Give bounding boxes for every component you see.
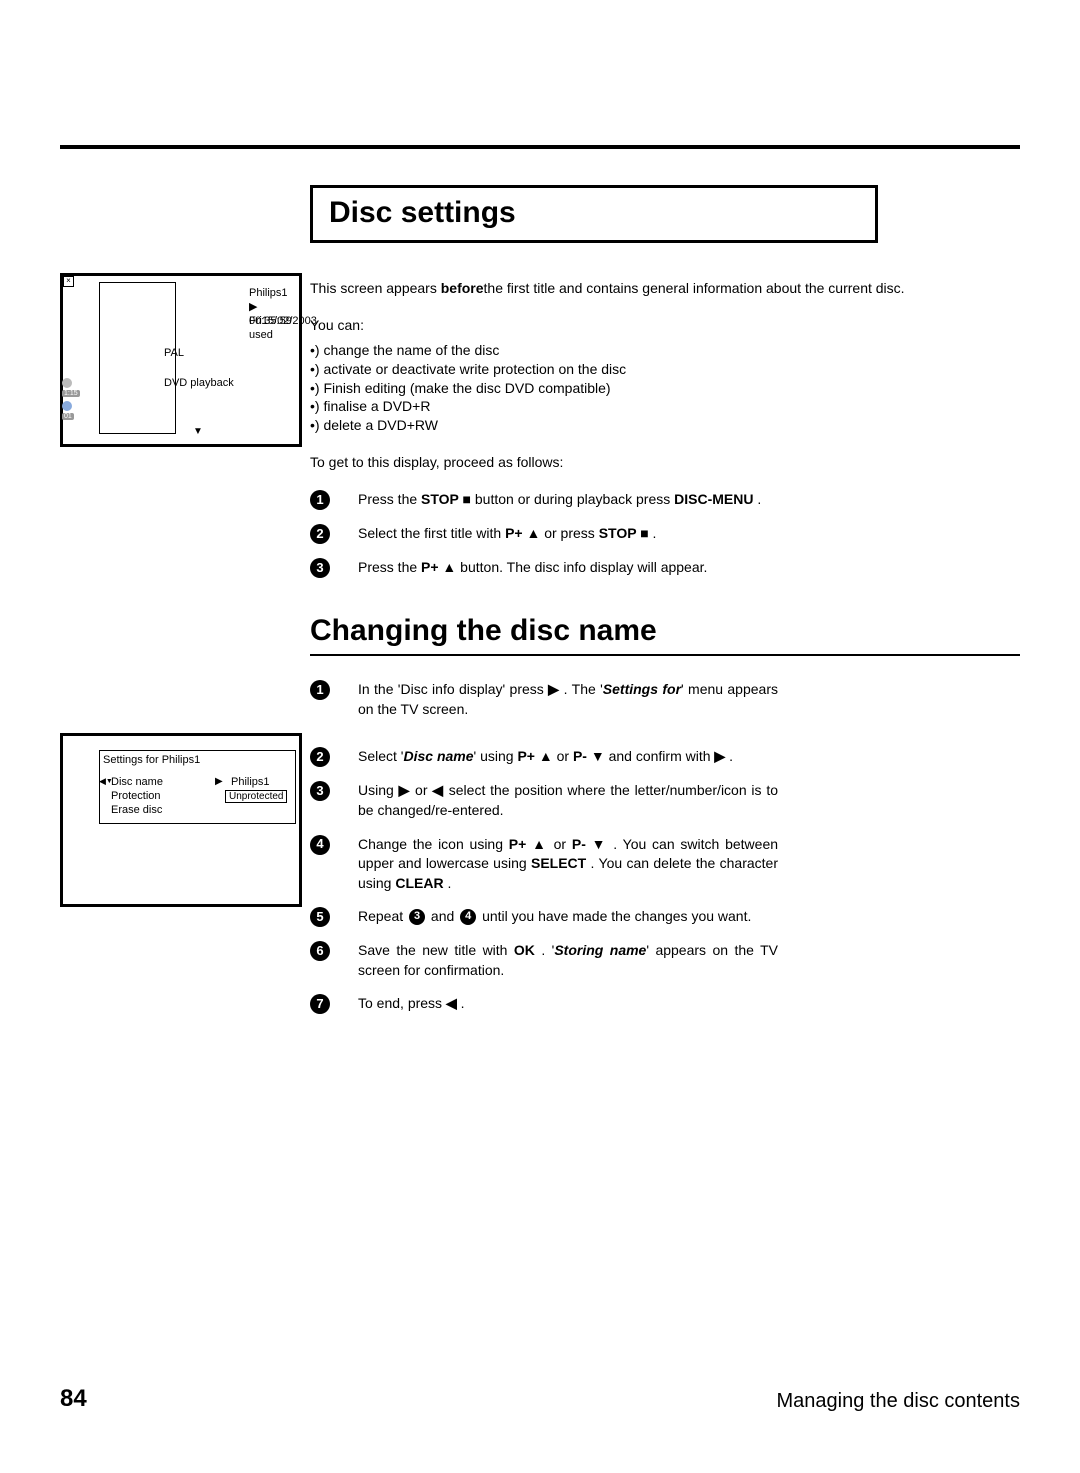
step-number-icon: 7 (310, 994, 330, 1014)
disc-date: Fri15/02/2003 (249, 314, 317, 328)
settings-title: Settings for Philips1 (103, 754, 200, 766)
camera-icon (62, 401, 72, 411)
disc-info-screen: Philips1 ▶ 00:35:59 used Fri15/02/2003 P… (60, 273, 302, 447)
settings-for-screen: Settings for Philips1 ◀▼ Disc name Prote… (60, 733, 302, 907)
step: 5 Repeat 3 and 4 until you have made the… (310, 907, 1020, 927)
intro-part1: This screen appears (310, 280, 441, 296)
step-text: Save the new title with OK . 'Storing na… (358, 941, 778, 980)
page-number: 84 (60, 1385, 87, 1413)
you-can-label: You can: (310, 316, 1020, 335)
bullet: •) change the name of the disc (310, 341, 1020, 360)
step: 1 In the 'Disc info display' press ▶ . T… (310, 680, 1020, 719)
step: 1 Press the STOP ■ button or during play… (310, 490, 1020, 510)
step-text: In the 'Disc info display' press ▶ . The… (358, 680, 778, 719)
menu-item-disc-name: Disc name (111, 776, 163, 788)
down-arrow-icon: ▼ (193, 426, 203, 437)
section-title-box: Disc settings (310, 185, 878, 243)
step: 7 To end, press ◀ . (310, 994, 1020, 1014)
disc-playback: DVD playback (164, 376, 234, 390)
steps-get-to-display: 1 Press the STOP ■ button or during play… (310, 490, 1020, 578)
step-number-icon: 2 (310, 524, 330, 544)
page-footer: 84 Managing the disc contents (60, 1385, 1020, 1413)
intro-text: This screen appears beforethe first titl… (310, 279, 1020, 472)
step-number-icon: 5 (310, 907, 330, 927)
step: 2 Select the first title with P+ ▲ or pr… (310, 524, 1020, 544)
step-number-icon: 6 (310, 941, 330, 961)
step: 2 Select 'Disc name' using P+ ▲ or P- ▼ … (310, 747, 1020, 767)
subsection-rule (310, 654, 1020, 656)
disc-label-bottom: 01 (62, 413, 74, 420)
step-text: Change the icon using P+ ▲ or P- ▼ . You… (358, 835, 778, 894)
step-number-icon: 1 (310, 680, 330, 700)
disc-title: Philips1 (249, 286, 288, 300)
step-text: Select 'Disc name' using P+ ▲ or P- ▼ an… (358, 747, 778, 767)
bullet: •) activate or deactivate write protecti… (310, 360, 1020, 379)
step-number-icon: 3 (310, 781, 330, 801)
stop-icon: × (63, 276, 74, 287)
disc-icon (62, 378, 72, 388)
step-number-ref-icon: 3 (409, 909, 425, 925)
top-rule (60, 145, 1020, 149)
menu-item-protection: Protection (111, 790, 161, 802)
intro-bold: before (441, 280, 484, 296)
step-text: Repeat 3 and 4 until you have made the c… (358, 907, 778, 927)
bullet: •) finalise a DVD+R (310, 397, 1020, 416)
step-number-icon: 1 (310, 490, 330, 510)
bullet: •) delete a DVD+RW (310, 416, 1020, 435)
step-number-icon: 3 (310, 558, 330, 578)
step: 3 Using ▶ or ◀ select the position where… (310, 781, 1020, 820)
intro-part2: the first title and contains general inf… (484, 280, 905, 296)
proceed-label: To get to this display, proceed as follo… (310, 453, 1020, 472)
step-text: To end, press ◀ . (358, 994, 778, 1014)
chapter-title: Managing the disc contents (777, 1390, 1021, 1413)
step-number-icon: 4 (310, 835, 330, 855)
step-text: Press the STOP ■ button or during playba… (358, 490, 918, 510)
section-title: Disc settings (329, 196, 859, 230)
subsection-title: Changing the disc name (310, 614, 1020, 648)
step: 6 Save the new title with OK . 'Storing … (310, 941, 1020, 980)
step-text: Press the P+ ▲ button. The disc info dis… (358, 558, 918, 578)
capability-list: •) change the name of the disc •) activa… (310, 341, 1020, 435)
step-number-ref-icon: 4 (460, 909, 476, 925)
disc-label-top: 1:15 (62, 390, 80, 397)
menu-item-erase: Erase disc (111, 804, 162, 816)
step: 4 Change the icon using P+ ▲ or P- ▼ . Y… (310, 835, 1020, 894)
step-number-icon: 2 (310, 747, 330, 767)
step: 3 Press the P+ ▲ button. The disc info d… (310, 558, 1020, 578)
disc-pal: PAL (164, 346, 184, 360)
protection-value: Unprotected (225, 790, 287, 803)
step-text: Select the first title with P+ ▲ or pres… (358, 524, 918, 544)
disc-name-value: Philips1 (231, 776, 270, 788)
right-arrow-icon: ▶ (215, 776, 223, 787)
steps-change-name: 1 In the 'Disc info display' press ▶ . T… (310, 680, 1020, 1014)
bullet: •) Finish editing (make the disc DVD com… (310, 379, 1020, 398)
step-text: Using ▶ or ◀ select the position where t… (358, 781, 778, 820)
